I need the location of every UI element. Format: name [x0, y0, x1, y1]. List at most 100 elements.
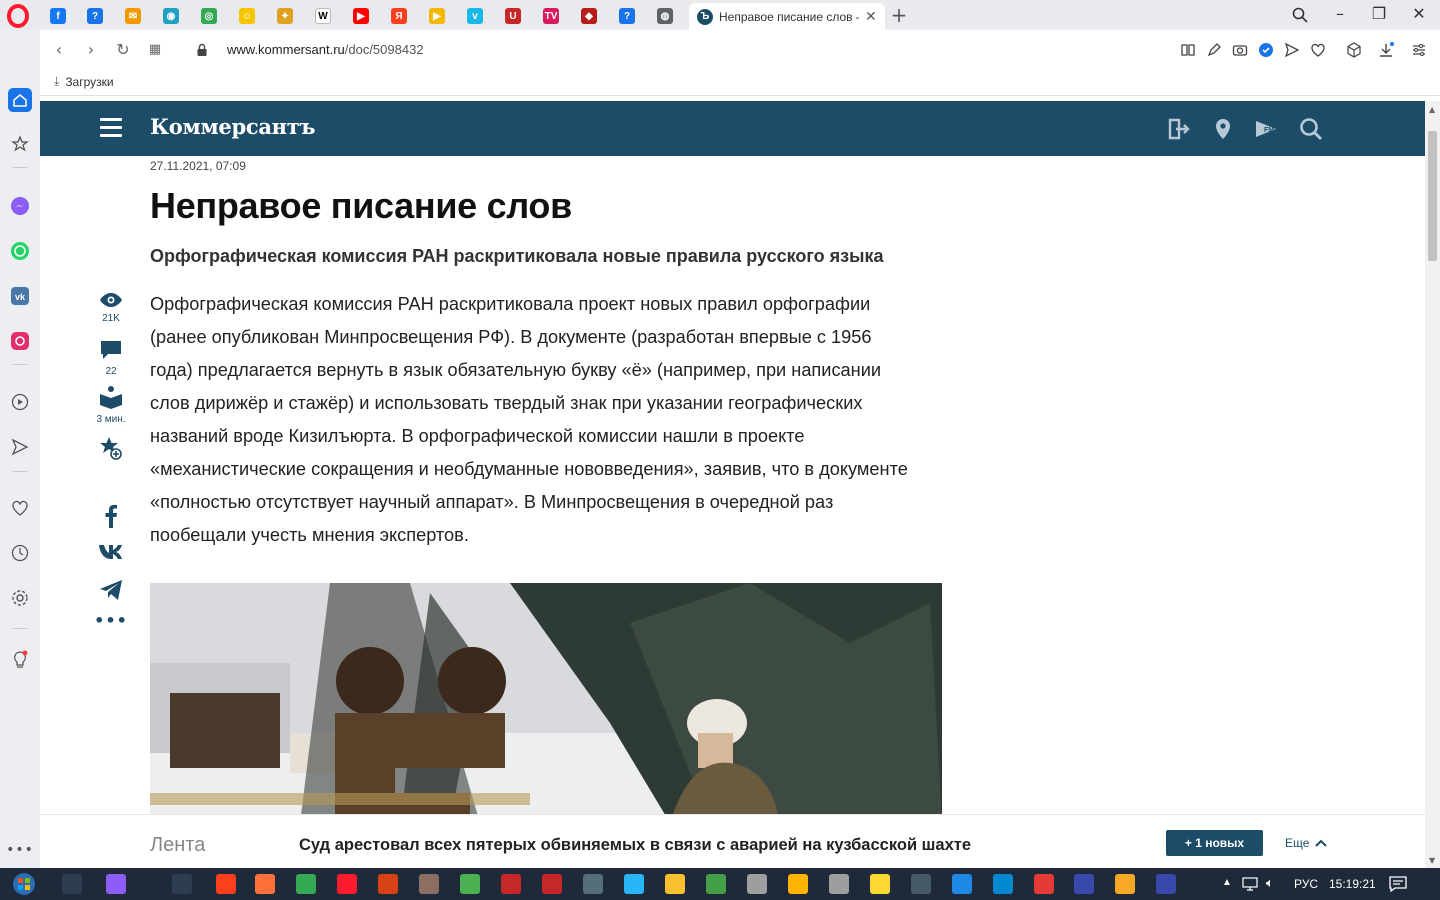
tab-close-icon[interactable]: ✕ — [865, 9, 877, 25]
scroll-up-icon[interactable]: ▲ — [1429, 105, 1435, 114]
forward-icon[interactable]: › — [80, 40, 102, 59]
pinned-tab[interactable]: ☺ — [229, 3, 265, 29]
scroll-down-icon[interactable]: ▼ — [1429, 856, 1435, 865]
volume-icon[interactable]: 🔈︎ — [1266, 875, 1274, 891]
ticker-section-label[interactable]: Лента — [150, 834, 205, 857]
shield-check-icon[interactable] — [1258, 42, 1274, 58]
search-icon[interactable] — [1298, 116, 1324, 142]
star-icon[interactable] — [8, 132, 32, 156]
menu-burger-icon[interactable] — [100, 118, 122, 142]
share-facebook[interactable] — [92, 504, 130, 532]
url-field[interactable]: www.kommersant.ru/doc/5098432 — [227, 42, 424, 57]
magic-icon[interactable] — [172, 874, 192, 894]
download-icon[interactable] — [1378, 42, 1394, 58]
pinned-tab[interactable]: ✦ — [267, 3, 303, 29]
save-icon[interactable] — [1074, 874, 1094, 894]
opera-logo-icon[interactable] — [6, 4, 30, 28]
app-icon[interactable] — [419, 874, 439, 894]
easy-setup-icon[interactable] — [1411, 42, 1427, 58]
settings-gear-icon[interactable] — [911, 874, 931, 894]
messenger-icon[interactable] — [8, 194, 32, 218]
send-icon[interactable] — [8, 435, 32, 459]
pinned-tab[interactable]: U — [495, 3, 531, 29]
alice-icon[interactable] — [106, 874, 126, 894]
app-icon[interactable] — [952, 874, 972, 894]
pinned-tab[interactable]: W — [305, 3, 341, 29]
tab-active[interactable]: Ъ Неправое писание слов – ✕ — [689, 3, 885, 30]
language-indicator[interactable]: РУС — [1294, 877, 1318, 891]
pinned-tab[interactable]: ◆ — [571, 3, 607, 29]
close-window-icon[interactable]: ✕ — [1404, 4, 1434, 23]
ticker-headline[interactable]: Суд арестовал всех пятерых обвиняемых в … — [299, 836, 971, 855]
bookmark-button[interactable] — [92, 435, 130, 465]
share-vk[interactable] — [92, 543, 130, 563]
save-icon[interactable] — [1156, 874, 1176, 894]
page-scrollbar[interactable]: ▲ ▼ — [1425, 101, 1440, 868]
pinned-tab[interactable]: ◉ — [153, 3, 189, 29]
pinned-tab[interactable]: ▶ — [343, 3, 379, 29]
network-icon[interactable] — [1241, 877, 1259, 891]
minimize-icon[interactable]: – — [1325, 4, 1355, 23]
pinned-tab[interactable]: ◍ — [647, 3, 683, 29]
whatsapp-icon[interactable] — [8, 239, 32, 263]
chrome-icon[interactable] — [296, 874, 316, 894]
pinned-tab[interactable]: ✉ — [115, 3, 151, 29]
comments-button[interactable]: 22 — [92, 339, 130, 377]
app-icon[interactable] — [993, 874, 1013, 894]
heart-icon[interactable] — [1310, 42, 1326, 58]
edit-icon[interactable] — [1206, 42, 1222, 58]
history-icon[interactable] — [8, 541, 32, 565]
instagram-icon[interactable] — [8, 329, 32, 353]
app-icon[interactable] — [829, 874, 849, 894]
more-dots-icon[interactable]: ••• — [6, 838, 33, 862]
location-pin-icon[interactable] — [1210, 116, 1236, 142]
pinned-tab[interactable]: Я — [381, 3, 417, 29]
app-icon[interactable] — [1034, 874, 1054, 894]
login-icon[interactable] — [1164, 116, 1190, 142]
reload-icon[interactable]: ↻ — [112, 40, 134, 59]
app-icon[interactable] — [788, 874, 808, 894]
app-icon[interactable] — [501, 874, 521, 894]
pinned-tab[interactable]: ? — [77, 3, 113, 29]
notifications-icon[interactable] — [1389, 876, 1407, 892]
tabs-grid-icon[interactable]: ▦ — [144, 42, 166, 57]
share-telegram[interactable] — [92, 579, 130, 605]
app-icon[interactable] — [665, 874, 685, 894]
player-icon[interactable] — [8, 390, 32, 414]
reader-icon[interactable] — [1180, 42, 1196, 58]
share-more-icon[interactable]: ••• — [92, 611, 130, 630]
pinned-tab[interactable]: ◎ — [191, 3, 227, 29]
app-icon[interactable] — [378, 874, 398, 894]
lightbulb-icon[interactable] — [8, 648, 32, 672]
camera-icon[interactable] — [1232, 42, 1248, 58]
settings-gear-icon[interactable] — [8, 586, 32, 610]
app-icon[interactable] — [583, 874, 603, 894]
restore-icon[interactable]: ❐ — [1364, 4, 1394, 23]
pinned-tab[interactable]: f — [40, 3, 76, 29]
send-icon[interactable] — [1284, 42, 1300, 58]
app-icon[interactable] — [1115, 874, 1135, 894]
opera-icon[interactable] — [337, 874, 357, 894]
pinned-tab[interactable]: TV — [533, 3, 569, 29]
new-items-button[interactable]: + 1 новых — [1166, 830, 1263, 856]
app-icon[interactable] — [747, 874, 767, 894]
pinned-tab[interactable]: ? — [609, 3, 645, 29]
pinned-tab[interactable]: ▶ — [419, 3, 455, 29]
clock[interactable]: 15:19:21 — [1329, 877, 1376, 891]
cube-icon[interactable] — [1346, 42, 1362, 58]
more-button[interactable]: Еще — [1285, 836, 1328, 850]
start-button[interactable] — [6, 871, 42, 897]
app-icon[interactable] — [460, 874, 480, 894]
task-view-icon[interactable] — [62, 874, 82, 894]
firefox-icon[interactable] — [255, 874, 275, 894]
app-icon[interactable] — [870, 874, 890, 894]
radio-fm-icon[interactable]: FM — [1253, 116, 1279, 142]
bookmark-downloads[interactable]: ⤓ Загрузки — [54, 74, 114, 89]
back-icon[interactable]: ‹ — [48, 40, 70, 59]
yandex-icon[interactable] — [216, 874, 236, 894]
scroll-thumb[interactable] — [1428, 131, 1437, 261]
heart-icon[interactable] — [8, 496, 32, 520]
app-icon[interactable] — [624, 874, 644, 894]
app-icon[interactable] — [542, 874, 562, 894]
utorrent-icon[interactable] — [706, 874, 726, 894]
